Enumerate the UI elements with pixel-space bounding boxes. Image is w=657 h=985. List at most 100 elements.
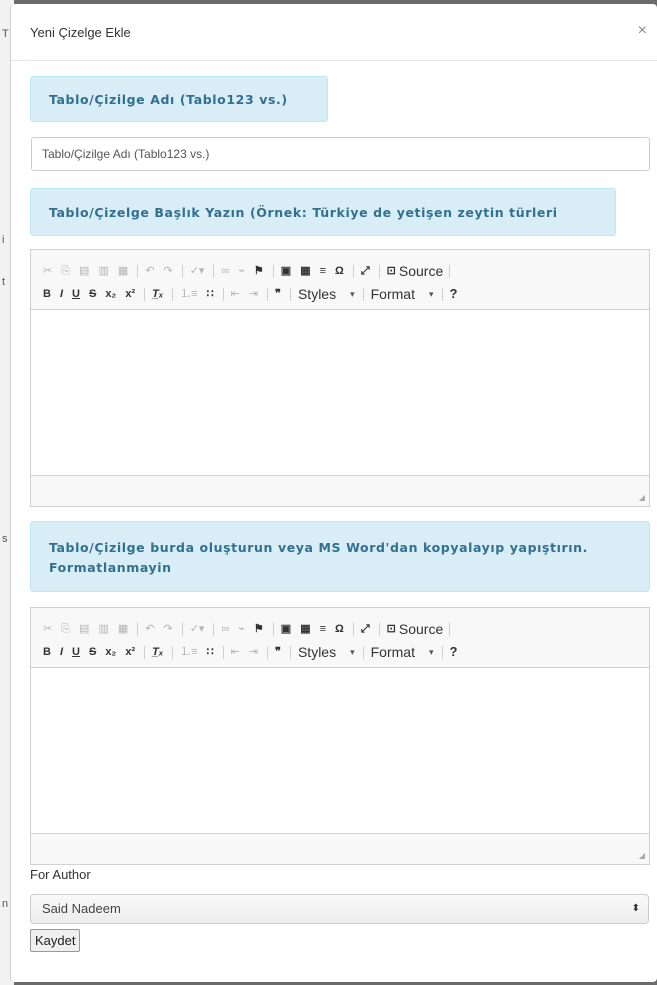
undo-icon[interactable]: ↶	[145, 620, 154, 638]
help-button[interactable]: ?	[450, 643, 458, 661]
unlink-icon[interactable]: ⌁	[238, 262, 245, 280]
background-text: s	[2, 533, 8, 545]
paste-icon[interactable]: ▤	[79, 262, 89, 280]
subscript-icon[interactable]: x₂	[105, 643, 116, 661]
toolbar-separator	[137, 622, 139, 636]
cut-icon[interactable]: ✂	[43, 262, 52, 280]
cut-icon[interactable]: ✂	[43, 620, 52, 638]
source-button[interactable]: Source	[399, 262, 443, 280]
bold-button[interactable]: B	[43, 285, 51, 303]
subscript-icon[interactable]: x₂	[105, 285, 116, 303]
format-dropdown[interactable]: Format	[371, 643, 415, 661]
help-button[interactable]: ?	[450, 285, 458, 303]
toolbar-separator	[449, 264, 451, 278]
toolbar-separator	[441, 287, 443, 301]
styles-dropdown[interactable]: Styles	[298, 643, 336, 661]
table-name-input[interactable]	[31, 137, 650, 171]
author-selected-value: Said Nadeem	[42, 901, 121, 916]
spellcheck-icon[interactable]: ✓▾	[190, 262, 205, 280]
resize-handle-icon[interactable]: ◢	[639, 851, 645, 860]
image-icon[interactable]: ▣	[281, 262, 291, 280]
blockquote-icon[interactable]: ❞	[275, 643, 281, 661]
editor-content-area[interactable]	[31, 310, 649, 475]
toolbar-separator	[144, 645, 146, 659]
paste-icon[interactable]: ▤	[79, 620, 89, 638]
outdent-icon[interactable]: ⇤	[231, 643, 240, 661]
link-icon[interactable]: ∞	[221, 620, 229, 638]
table-icon[interactable]: ▦	[300, 262, 310, 280]
strike-button[interactable]: S	[89, 285, 96, 303]
table-name-label: Tablo/Çizilge Adı (Tablo123 vs.)	[30, 76, 328, 122]
paste-text-icon[interactable]: ▥	[98, 620, 108, 638]
modal-header: Yeni Çizelge Ekle ×	[11, 4, 657, 61]
toolbar-separator	[213, 264, 215, 278]
remove-format-icon[interactable]: T̲ₓ	[152, 285, 163, 303]
numbered-list-icon[interactable]: ⒈≡	[180, 643, 197, 661]
chevron-down-icon[interactable]: ▾	[429, 289, 434, 300]
anchor-flag-icon[interactable]: ⚑	[254, 262, 264, 280]
numbered-list-icon[interactable]: ⒈≡	[180, 285, 197, 303]
copy-icon[interactable]: ⎘	[61, 262, 70, 280]
outdent-icon[interactable]: ⇤	[231, 285, 240, 303]
author-select[interactable]: Said Nadeem ⬍	[30, 894, 649, 924]
redo-icon[interactable]: ↷	[163, 620, 172, 638]
indent-icon[interactable]: ⇥	[249, 285, 258, 303]
title-editor: ✂ ⎘ ▤ ▥ ▦ ↶ ↷ ✓▾ ∞ ⌁ ⚑ ▣ ▦ ≡ Ω ⤢ ⊡ Sourc…	[30, 249, 650, 507]
unlink-icon[interactable]: ⌁	[238, 620, 245, 638]
toolbar-separator	[181, 264, 183, 278]
superscript-icon[interactable]: x²	[125, 643, 135, 661]
bulleted-list-icon[interactable]: ∷	[207, 285, 214, 303]
strike-button[interactable]: S	[89, 643, 96, 661]
source-icon[interactable]: ⊡	[387, 620, 396, 638]
for-author-label: For Author	[30, 867, 91, 882]
image-icon[interactable]: ▣	[281, 620, 291, 638]
horizontal-line-icon[interactable]: ≡	[320, 620, 326, 638]
background-text: n	[2, 898, 9, 910]
paste-word-icon[interactable]: ▦	[118, 620, 128, 638]
toolbar-separator	[378, 264, 380, 278]
bulleted-list-icon[interactable]: ∷	[207, 643, 214, 661]
paste-word-icon[interactable]: ▦	[118, 262, 128, 280]
toolbar-separator	[267, 287, 269, 301]
close-icon[interactable]: ×	[638, 22, 647, 40]
special-char-icon[interactable]: Ω	[335, 620, 344, 638]
resize-handle-icon[interactable]: ◢	[639, 493, 645, 502]
format-dropdown[interactable]: Format	[371, 285, 415, 303]
maximize-icon[interactable]: ⤢	[361, 620, 370, 638]
link-icon[interactable]: ∞	[221, 262, 229, 280]
chevron-down-icon[interactable]: ▾	[350, 289, 355, 300]
toolbar-separator	[362, 645, 364, 659]
source-button[interactable]: Source	[399, 620, 443, 638]
toolbar-separator	[362, 287, 364, 301]
paste-text-icon[interactable]: ▥	[98, 262, 108, 280]
bold-button[interactable]: B	[43, 643, 51, 661]
table-icon[interactable]: ▦	[300, 620, 310, 638]
remove-format-icon[interactable]: T̲ₓ	[152, 643, 163, 661]
source-icon[interactable]: ⊡	[387, 262, 396, 280]
anchor-flag-icon[interactable]: ⚑	[254, 620, 264, 638]
toolbar-separator	[172, 287, 174, 301]
indent-icon[interactable]: ⇥	[249, 643, 258, 661]
styles-dropdown[interactable]: Styles	[298, 285, 336, 303]
save-button[interactable]: Kaydet	[30, 929, 81, 952]
chevron-down-icon[interactable]: ▾	[350, 647, 355, 658]
italic-button[interactable]: I	[60, 285, 63, 303]
toolbar-row: ✂ ⎘ ▤ ▥ ▦ ↶ ↷ ✓▾ ∞ ⌁ ⚑ ▣ ▦ ≡ Ω ⤢ ⊡ Sourc…	[43, 620, 457, 638]
redo-icon[interactable]: ↷	[163, 262, 172, 280]
undo-icon[interactable]: ↶	[145, 262, 154, 280]
copy-icon[interactable]: ⎘	[61, 620, 70, 638]
special-char-icon[interactable]: Ω	[335, 262, 344, 280]
editor-content-area[interactable]	[31, 668, 649, 833]
toolbar-separator	[352, 622, 354, 636]
content-label-line: Tablo/Çizilge burda oluşturun veya MS Wo…	[49, 540, 588, 555]
underline-button[interactable]: U	[72, 643, 80, 661]
underline-button[interactable]: U	[72, 285, 80, 303]
italic-button[interactable]: I	[60, 643, 63, 661]
maximize-icon[interactable]: ⤢	[361, 262, 370, 280]
chevron-down-icon[interactable]: ▾	[429, 647, 434, 658]
blockquote-icon[interactable]: ❞	[275, 285, 281, 303]
horizontal-line-icon[interactable]: ≡	[320, 262, 326, 280]
spellcheck-icon[interactable]: ✓▾	[190, 620, 205, 638]
editor-toolbar: ✂ ⎘ ▤ ▥ ▦ ↶ ↷ ✓▾ ∞ ⌁ ⚑ ▣ ▦ ≡ Ω ⤢ ⊡ Sourc…	[31, 608, 649, 668]
superscript-icon[interactable]: x²	[125, 285, 135, 303]
